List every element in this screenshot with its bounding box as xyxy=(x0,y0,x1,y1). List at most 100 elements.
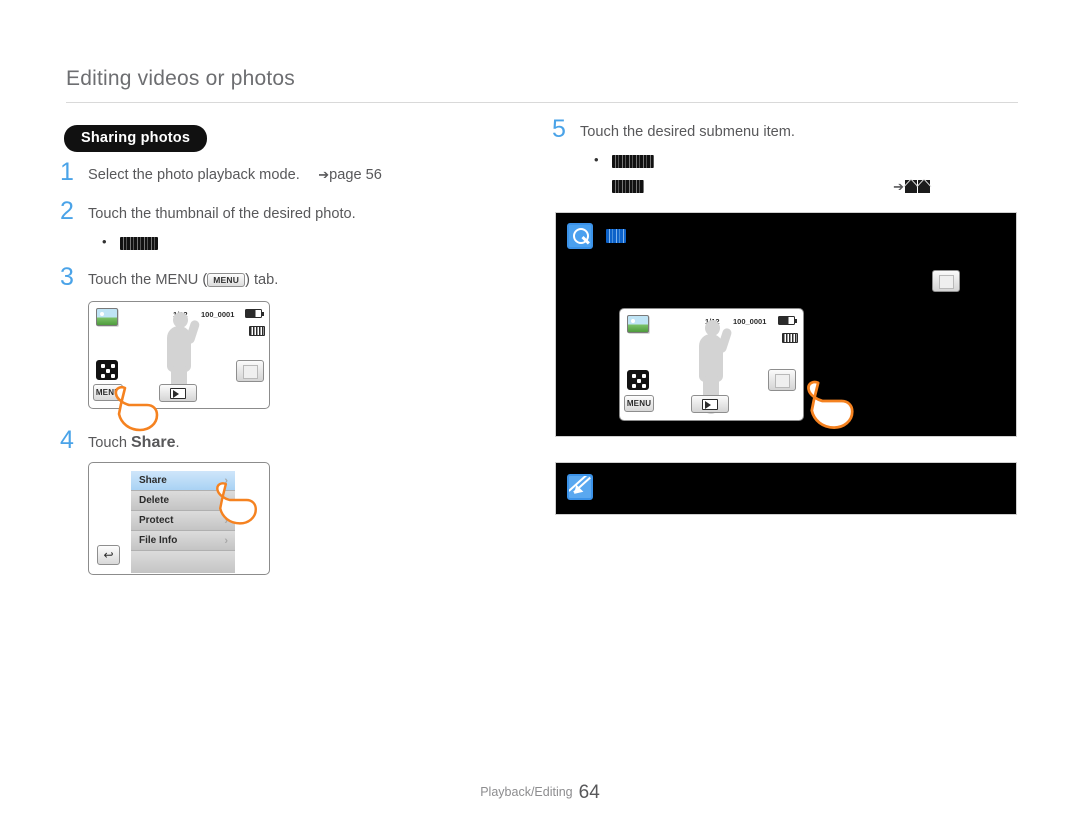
page-footer: Playback/Editing 64 xyxy=(0,782,1080,804)
menu-chip-icon: MENU xyxy=(207,272,246,288)
menu-item-label: Share xyxy=(139,475,167,487)
step-5: 5 Touch the desired submenu item. ➔ xyxy=(552,117,1022,194)
dot xyxy=(101,368,105,373)
photo-mode-icon xyxy=(96,307,118,326)
dot xyxy=(632,384,636,388)
grid-dots xyxy=(101,363,115,378)
left-column: 1 Select the photo playback mode. ➔page … xyxy=(60,160,530,576)
storage-card-icon xyxy=(782,333,798,343)
lcd-file-name: 100_0001 xyxy=(733,317,767,326)
step-3-text-after: ) tab. xyxy=(245,271,279,288)
menu-item-delete[interactable]: Delete xyxy=(131,491,235,512)
dot xyxy=(642,374,646,378)
step-4-bold-term: Share xyxy=(131,433,176,451)
pen-nib xyxy=(570,484,584,498)
step-1: 1 Select the photo playback mode. ➔page … xyxy=(60,160,530,186)
header-divider xyxy=(66,102,1018,104)
footer-page-number: 64 xyxy=(578,782,600,803)
slideshow-play-icon xyxy=(705,401,711,409)
dot xyxy=(642,379,646,383)
lcd-menu-button[interactable]: MENU xyxy=(93,383,123,401)
dot xyxy=(106,368,110,373)
dot xyxy=(637,384,641,388)
redacted-text xyxy=(120,237,158,251)
menu-item-protect[interactable]: Protect › xyxy=(131,511,235,532)
menu-item-label: File Info xyxy=(139,535,178,547)
redacted-char xyxy=(918,179,930,193)
step-3-number: 3 xyxy=(60,262,74,291)
step-2-bullet xyxy=(88,232,530,254)
magnifier-icon xyxy=(567,223,593,249)
right-column: 5 Touch the desired submenu item. ➔ xyxy=(552,117,1022,198)
inner-square xyxy=(939,275,954,289)
back-button[interactable]: ↩ xyxy=(97,545,120,566)
step-2-text: Touch the thumbnail of the desired photo… xyxy=(88,206,356,223)
thumbnail-view-icon[interactable] xyxy=(627,370,649,390)
lcd-menu-button[interactable]: MENU xyxy=(624,395,654,412)
step-5-reference: ➔ xyxy=(893,179,930,195)
step-1-ref: page 56 xyxy=(329,167,382,183)
lcd-screen-menu: Share › Delete Protect › File Info › ↩ xyxy=(88,462,270,576)
lcd-share-mark-button[interactable] xyxy=(768,369,796,391)
grid-dots xyxy=(632,374,646,388)
redacted-text xyxy=(612,155,654,169)
step-3: 3 Touch the MENU (MENU) tab. xyxy=(60,264,530,291)
menu-item-label: Protect xyxy=(139,515,174,527)
chevron-right-icon: › xyxy=(224,474,228,487)
step-2-number: 2 xyxy=(60,197,74,226)
step-5-text: Touch the desired submenu item. xyxy=(580,124,795,140)
battery-icon xyxy=(778,316,797,325)
photo-mode-icon xyxy=(627,315,649,333)
step-5-number: 5 xyxy=(552,115,566,143)
dot xyxy=(106,373,110,378)
info-panel: 1/12 100_0001 MENU xyxy=(555,212,1017,437)
dot xyxy=(111,373,115,378)
thumbnail-view-icon[interactable] xyxy=(96,359,118,380)
slideshow-play-icon xyxy=(173,389,179,398)
lcd-file-name: 100_0001 xyxy=(201,309,235,319)
dot xyxy=(106,363,110,368)
step-4-text-before: Touch xyxy=(88,434,131,451)
step-5-subline: ➔ xyxy=(580,179,1022,194)
slideshow-play-button[interactable] xyxy=(691,395,729,413)
inner-square xyxy=(243,364,258,379)
step-4-text-after: . xyxy=(175,434,180,451)
step-4-number: 4 xyxy=(60,425,74,454)
slideshow-play-button[interactable] xyxy=(159,383,197,402)
page-header: Editing videos or photos xyxy=(66,66,1018,104)
step-4: 4 Touch Share. xyxy=(60,427,530,454)
dot xyxy=(111,368,115,373)
footer-section: Playback/Editing xyxy=(480,785,573,799)
step-1-number: 1 xyxy=(60,158,74,186)
step-1-ref-arrow-icon: ➔ xyxy=(318,167,330,182)
dot xyxy=(637,374,641,378)
touch-hand-icon xyxy=(807,380,854,429)
section-badge: Sharing photos xyxy=(64,125,208,152)
dot xyxy=(111,363,115,368)
redacted-text xyxy=(612,179,644,193)
inner-square xyxy=(775,374,790,388)
storage-card-icon xyxy=(249,325,265,336)
step-5-bullet xyxy=(580,150,1022,172)
menu-item-empty xyxy=(131,551,235,574)
menu-item-file-info[interactable]: File Info › xyxy=(131,531,235,552)
battery-icon xyxy=(245,308,264,318)
step-3-text-before: Touch the MENU ( xyxy=(88,271,208,288)
dot xyxy=(632,374,636,378)
note-pen-icon xyxy=(567,474,593,500)
lcd-share-mark-button[interactable] xyxy=(236,359,264,382)
step-1-text: Select the photo playback mode. xyxy=(88,167,300,183)
dot xyxy=(632,379,636,383)
redacted-panel-title xyxy=(606,229,626,243)
note-panel xyxy=(555,462,1017,515)
page-title: Editing videos or photos xyxy=(66,67,295,90)
dot xyxy=(637,379,641,383)
dot xyxy=(101,373,105,378)
lcd-screen-playback-share: 1/12 100_0001 MENU xyxy=(619,308,804,421)
lcd-screen-playback: 1/12 100_0001 MENU xyxy=(88,300,270,432)
menu-list: Share › Delete Protect › File Info › xyxy=(131,471,235,574)
menu-item-share[interactable]: Share › xyxy=(131,471,235,492)
step-2: 2 Touch the thumbnail of the desired pho… xyxy=(60,199,530,254)
dot xyxy=(642,384,646,388)
chevron-right-icon: › xyxy=(224,514,228,527)
